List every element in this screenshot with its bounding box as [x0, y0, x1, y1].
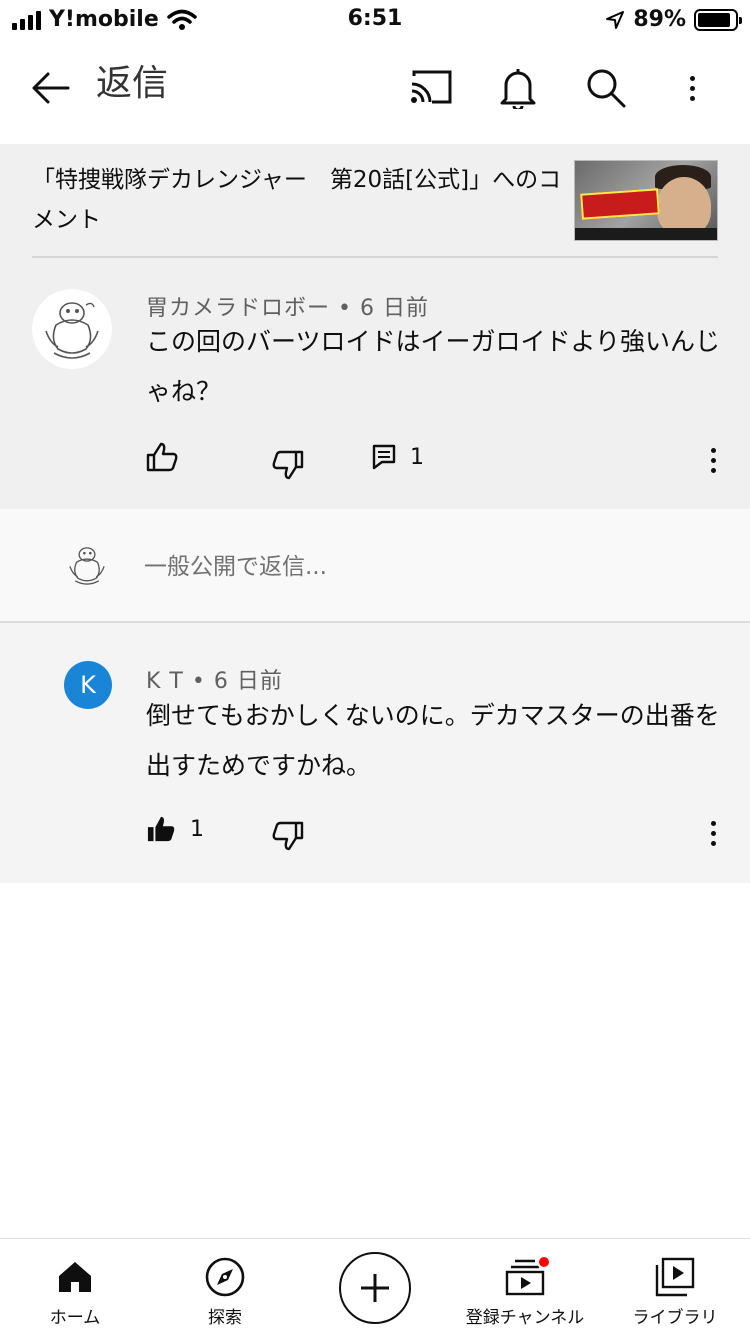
reply-comment: K K T • 6 日前 倒せてもおかしくないのに。デカマスターの出番を出すため…: [0, 623, 750, 883]
thumbnail-caption-strip: [575, 228, 717, 240]
reply-count: 1: [410, 444, 424, 470]
bell-icon: [500, 69, 536, 109]
nav-explore[interactable]: 探索: [150, 1239, 300, 1334]
location-arrow-icon: [606, 10, 625, 29]
nav-home-label: ホーム: [49, 1308, 101, 1328]
notifications-button[interactable]: [492, 62, 544, 114]
video-thumbnail[interactable]: [574, 160, 718, 241]
sketch-avatar-icon: [45, 302, 99, 359]
avatar[interactable]: K: [64, 661, 112, 709]
like-count: 1: [190, 816, 204, 842]
back-arrow-icon: [32, 72, 70, 104]
dot: [710, 820, 716, 826]
divider: [32, 256, 718, 258]
nav-explore-label: 探索: [208, 1308, 242, 1328]
battery-icon: [694, 8, 742, 31]
like-button[interactable]: 1: [146, 815, 204, 843]
nav-library[interactable]: ライブラリ: [600, 1239, 750, 1334]
status-right: 89%: [605, 7, 742, 32]
back-button[interactable]: [24, 62, 76, 114]
app-header: 返信: [0, 40, 750, 144]
subscriptions-icon: [503, 1255, 551, 1299]
dot: [710, 830, 716, 836]
thumbnail-logo: [580, 188, 660, 220]
thumb-up-filled-icon: [147, 816, 175, 842]
thumb-down-icon: [272, 821, 304, 851]
home-icon: [53, 1255, 97, 1299]
reply-count-button[interactable]: 1: [372, 444, 424, 470]
status-bar: Y!mobile 6:51 89%: [0, 0, 750, 40]
create-button[interactable]: [339, 1252, 411, 1324]
dot: [710, 467, 716, 473]
dot: [710, 457, 716, 463]
dot: [710, 447, 716, 453]
search-icon: [587, 69, 626, 108]
plus-icon: [361, 1274, 389, 1302]
avatar[interactable]: [32, 289, 112, 369]
compass-icon: [203, 1255, 247, 1299]
page-title: 返信: [96, 63, 169, 104]
dislike-button[interactable]: [272, 450, 304, 480]
comment-more-button[interactable]: [698, 440, 728, 480]
thumb-up-icon: [146, 442, 178, 472]
dot: [710, 840, 716, 846]
battery-fill: [698, 12, 731, 27]
comment-body: この回のバーツロイドはイーガロイドより強いんじゃね？: [146, 327, 721, 406]
my-avatar: [62, 540, 112, 590]
comment-icon: [372, 444, 396, 470]
like-button[interactable]: [146, 442, 178, 472]
dislike-button[interactable]: [272, 821, 304, 851]
comment-body: 倒せてもおかしくないのに。デカマスターの出番を出すためですかね。: [146, 701, 720, 780]
video-reference[interactable]: 「特捜戦隊デカレンジャー 第20話[公式]」へのコメント: [32, 160, 562, 240]
bottom-nav: ホーム 探索 登録チャンネル ライブラリ: [0, 1238, 750, 1334]
cast-icon: [411, 70, 452, 104]
reply-input-row[interactable]: 一般公開で返信...: [0, 509, 750, 621]
nav-library-label: ライブラリ: [632, 1308, 718, 1328]
battery-percent: 89%: [633, 7, 686, 32]
more-options-button[interactable]: [666, 62, 718, 114]
comment-more-button[interactable]: [698, 813, 728, 853]
nav-home[interactable]: ホーム: [0, 1239, 150, 1334]
nav-subscriptions-label: 登録チャンネル: [465, 1308, 585, 1328]
parent-comment-section: 「特捜戦隊デカレンジャー 第20話[公式]」へのコメント 胃カメラドロボー • …: [0, 144, 750, 509]
sketch-avatar-icon: [69, 547, 105, 585]
thumb-down-icon: [272, 450, 304, 480]
library-icon: [653, 1255, 697, 1299]
reply-input-placeholder[interactable]: 一般公開で返信...: [144, 547, 327, 581]
more-vert-icon: [677, 68, 707, 108]
cast-button[interactable]: [404, 62, 456, 114]
search-button[interactable]: [580, 62, 632, 114]
nav-subscriptions[interactable]: 登録チャンネル: [450, 1239, 600, 1334]
thumbnail-figure: [657, 177, 711, 235]
notification-dot: [537, 1255, 551, 1269]
